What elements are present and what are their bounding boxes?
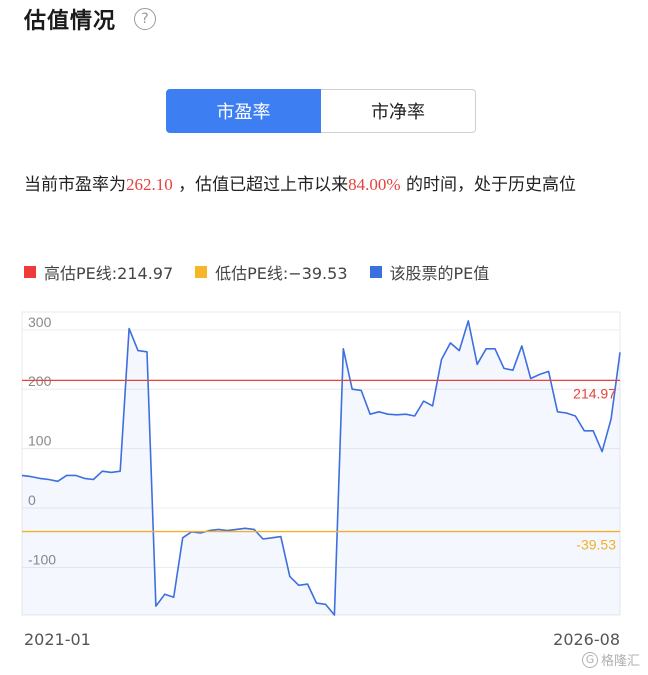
summary-suffix: 的时间，处于历史高位 <box>400 175 576 195</box>
valuation-summary: 当前市盈率为262.10 ，估值已超过上市以来84.00% 的时间，处于历史高位 <box>24 170 624 200</box>
y-tick-label: 100 <box>28 433 52 449</box>
watermark-text: 格隆汇 <box>600 654 640 669</box>
legend-high-swatch <box>24 266 36 278</box>
high-pe-line-label: 214.97 <box>573 385 616 401</box>
help-icon[interactable]: ? <box>134 8 157 30</box>
legend-low-pe: 低估PE线:−39.53 <box>195 260 348 284</box>
y-tick-label: 300 <box>28 314 52 330</box>
legend-low-swatch <box>195 266 208 278</box>
watermark: G 格隆汇 <box>581 650 640 669</box>
tab-pb-ratio[interactable]: 市净率 <box>321 89 476 133</box>
legend-low-label: 低估PE线:−39.53 <box>215 264 348 283</box>
tab-pe-ratio[interactable]: 市盈率 <box>166 89 321 133</box>
legend-high-pe: 高估PE线:214.97 <box>24 260 173 284</box>
x-axis-start-label: 2021-01 <box>24 630 91 649</box>
pe-chart: 3002001000-100 214.97 -39.53 <box>21 311 621 616</box>
low-pe-line-label: -39.53 <box>576 537 616 553</box>
section-header: 估值情况 ? <box>24 0 157 38</box>
x-axis-end-label: 2026-08 <box>553 630 620 649</box>
legend-stock-label: 该股票的PE值 <box>389 264 490 283</box>
y-tick-label: 200 <box>28 373 52 389</box>
percentile-value: 84.00% <box>348 175 401 194</box>
summary-prefix: 当前市盈率为 <box>24 175 126 195</box>
legend-stock-pe: 该股票的PE值 <box>369 260 490 284</box>
ratio-tabs: 市盈率 市净率 <box>166 89 476 133</box>
chart-legend: 高估PE线:214.97 低估PE线:−39.53 该股票的PE值 <box>24 260 511 284</box>
gelonghui-logo-icon: G <box>581 651 598 668</box>
section-title: 估值情况 <box>24 9 117 34</box>
legend-high-label: 高估PE线:214.97 <box>44 264 174 283</box>
current-pe-value: 262.10 <box>126 175 173 194</box>
legend-stock-swatch <box>369 266 382 278</box>
summary-middle: ，估值已超过上市以来 <box>172 175 349 195</box>
